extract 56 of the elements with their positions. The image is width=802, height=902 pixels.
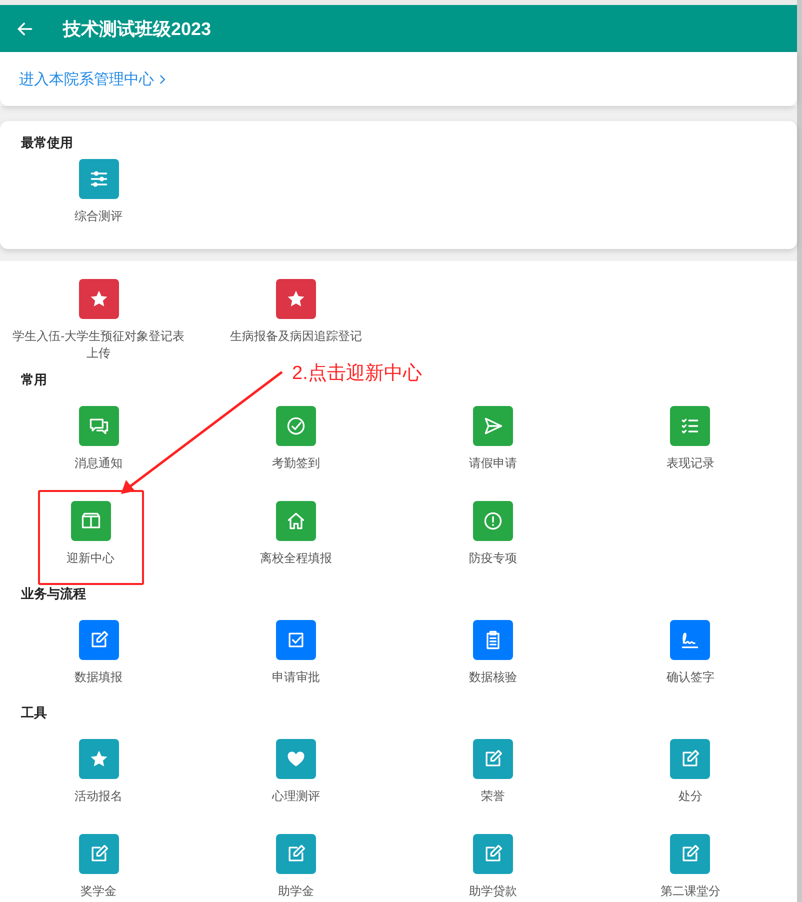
section-title: 业务与流程: [21, 585, 86, 603]
tile-label: 生病报备及病因追踪登记: [228, 328, 363, 345]
tile-label: 第二课堂分: [660, 883, 720, 900]
scrollbar[interactable]: [797, 0, 802, 902]
annotation-text: 2.点击迎新中心: [292, 362, 422, 386]
tile-label: 防疫专项: [469, 550, 518, 567]
app-tile[interactable]: 学生入伍-大学生预征对象登记表上传: [8, 268, 189, 371]
tile-label: 表现记录: [666, 455, 714, 472]
tile-label: 综合测评: [74, 208, 123, 225]
app-tile[interactable]: 离校全程填报: [242, 490, 349, 585]
tile-label: 心理测评: [272, 788, 320, 805]
app-tile[interactable]: 奖学金: [46, 823, 152, 902]
app-tile[interactable]: 数据核验: [440, 609, 546, 704]
app-tile[interactable]: 处分: [637, 728, 744, 823]
section-title: 最常使用: [21, 134, 73, 152]
tile-label: 申请审批: [272, 669, 320, 686]
app-tile[interactable]: 助学贷款: [440, 823, 546, 902]
admin-center-link[interactable]: 进入本院系管理中心: [19, 70, 166, 88]
tile-label: 消息通知: [74, 455, 123, 472]
tile-label: 处分: [678, 788, 702, 805]
section-title: 工具: [21, 704, 47, 722]
section-title: 常用: [21, 371, 47, 389]
app-tile[interactable]: 消息通知: [46, 395, 152, 490]
tile-label: 请假申请: [469, 455, 518, 472]
app-tile[interactable]: 请假申请: [440, 395, 546, 490]
tile-label: 数据填报: [74, 669, 123, 686]
app-tile[interactable]: 表现记录: [637, 395, 744, 490]
check-circle-icon: [284, 415, 307, 437]
tile-label: 活动报名: [74, 788, 123, 805]
app-tile[interactable]: 活动报名: [46, 728, 152, 823]
page-title: 技术测试班级2023: [63, 18, 212, 40]
tile-label: 数据核验: [469, 669, 518, 686]
tile-label: 离校全程填报: [260, 550, 332, 567]
send-icon: [482, 415, 504, 437]
tile-label: 荣誉: [481, 788, 506, 805]
app-tile[interactable]: 助学金: [242, 823, 349, 902]
app-tile[interactable]: 心理测评: [242, 728, 349, 823]
app-tile[interactable]: 考勤签到: [242, 395, 349, 490]
chevron-right-icon: [158, 72, 166, 86]
back-icon[interactable]: [16, 20, 34, 38]
app-tile[interactable]: 迎新中心: [38, 490, 144, 585]
app-tile[interactable]: 申请审批: [242, 609, 349, 704]
app-tile[interactable]: 荣誉: [440, 728, 546, 823]
app-tile[interactable]: 确认签字: [637, 609, 744, 704]
tile-label: 学生入伍-大学生预征对象登记表上传: [12, 328, 186, 362]
app-tile[interactable]: 防疫专项: [440, 490, 546, 585]
tile-label: 考勤签到: [272, 455, 320, 472]
app-tile[interactable]: 数据填报: [46, 609, 152, 704]
tile-label: 迎新中心: [66, 550, 115, 567]
tile-label: 奖学金: [80, 883, 117, 900]
tile-label: 确认签字: [666, 669, 714, 686]
tile-label: 助学金: [278, 883, 314, 900]
app-tile[interactable]: 第二课堂分: [637, 823, 744, 902]
app-tile[interactable]: 综合测评: [46, 157, 152, 231]
tile-label: 助学贷款: [469, 883, 518, 900]
alert-icon: [482, 510, 504, 532]
